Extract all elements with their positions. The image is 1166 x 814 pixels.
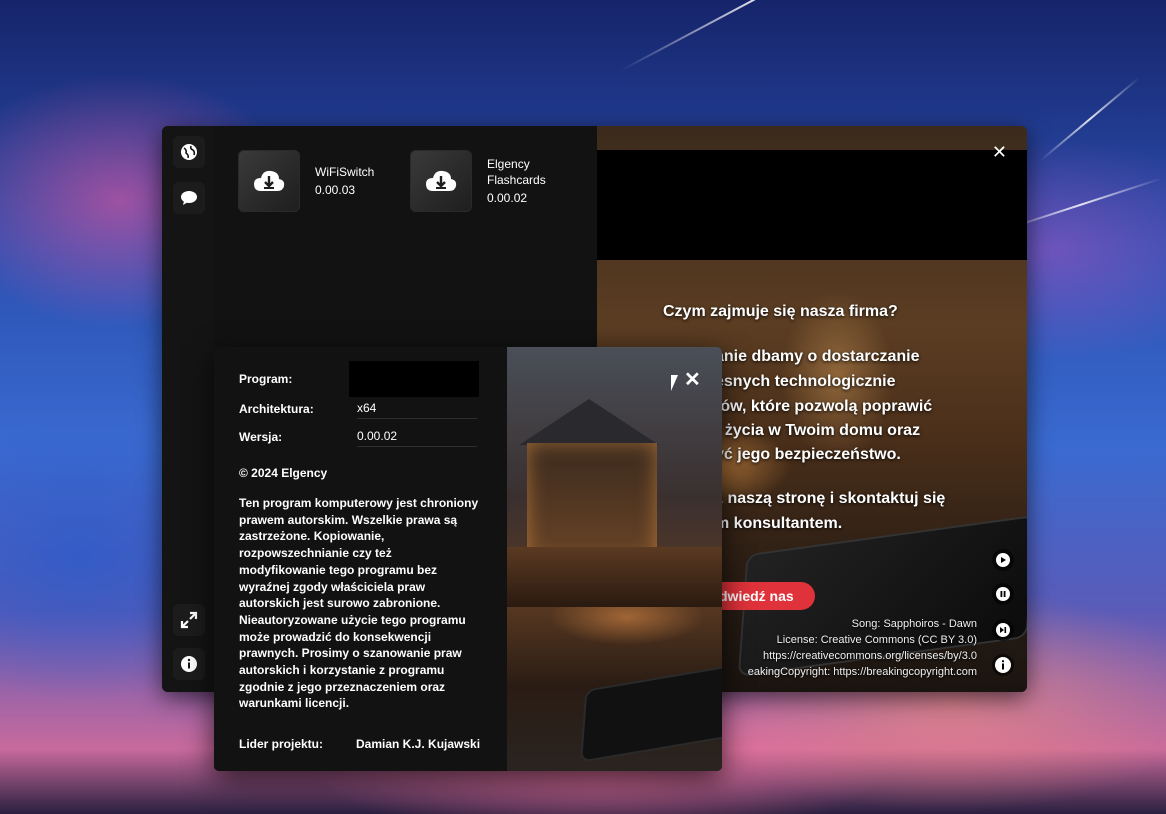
about-illustration <box>507 347 722 771</box>
skip-icon <box>996 623 1010 637</box>
wallpaper-streak <box>619 0 886 72</box>
app-name: WiFiSwitch <box>315 165 375 179</box>
player-info-button[interactable] <box>992 654 1014 676</box>
news-body-line: esnych technologicznie <box>715 373 896 390</box>
version-row: Wersja: 0.00.02 <box>239 427 479 447</box>
news-contact-line: ź naszą stronę i skontaktuj się <box>715 490 946 507</box>
news-video-area <box>597 150 1027 260</box>
tablet-image <box>582 663 722 761</box>
program-value <box>348 361 479 397</box>
house-roof <box>519 399 659 445</box>
credit-license: License: Creative Commons (CC BY 3.0) <box>776 634 977 646</box>
app-name-line1: Elgency <box>487 157 530 171</box>
info-icon <box>995 657 1011 673</box>
version-value: 0.00.02 <box>357 427 477 447</box>
credit-license-url: https://creativecommons.org/licenses/by/… <box>763 650 977 662</box>
chat-button[interactable] <box>173 182 205 214</box>
project-leader-name: Damian K.J. Kujawski <box>356 737 481 751</box>
skip-button[interactable] <box>992 619 1014 641</box>
credit-breaking-copyright: eakingCopyright: https://breakingcopyrig… <box>747 666 977 678</box>
app-icon[interactable] <box>238 150 300 212</box>
news-heading: Czym zajmuje się nasza firma? <box>663 303 898 320</box>
license-text: Ten program komputerowy jest chroniony p… <box>239 496 479 711</box>
project-leader-label: Lider projektu: <box>239 737 324 751</box>
app-name-line2: Flashcards <box>487 173 546 187</box>
expand-icon <box>180 611 198 629</box>
program-row: Program: <box>239 361 479 397</box>
architecture-row: Architektura: x64 <box>239 399 479 419</box>
download-cloud-icon <box>426 170 457 191</box>
news-body-line: yć jego bezpieczeństwo. <box>715 446 901 463</box>
sidebar <box>162 126 214 692</box>
copyright-text: © 2024 Elgency <box>239 466 328 480</box>
music-credits: Song: Sapphoiros - Dawn License: Creativ… <box>748 616 977 680</box>
news-body-line: anie dbamy o dostarczanie <box>715 348 920 365</box>
version-label: Wersja: <box>239 430 283 444</box>
mouse-cursor <box>671 375 678 391</box>
program-label: Program: <box>239 372 293 386</box>
app-version: 0.00.03 <box>315 183 356 197</box>
architecture-label: Architektura: <box>239 402 314 416</box>
credit-song: Song: Sapphoiros - Dawn <box>851 618 977 630</box>
globe-icon <box>181 144 197 160</box>
app-card-elgency-flashcards[interactable]: Elgency Flashcards 0.00.02 <box>410 150 546 212</box>
download-cloud-icon <box>254 170 285 191</box>
expand-button[interactable] <box>173 604 205 636</box>
deck-image <box>507 547 722 607</box>
pause-icon <box>996 587 1010 601</box>
info-button[interactable] <box>173 648 205 680</box>
play-icon <box>996 553 1010 567</box>
architecture-value: x64 <box>357 399 477 419</box>
play-button[interactable] <box>992 549 1014 571</box>
app-icon[interactable] <box>410 150 472 212</box>
chat-icon <box>181 191 197 205</box>
about-info-panel: Program: Architektura: x64 Wersja: 0.00.… <box>214 347 507 771</box>
news-body-line: tów, które pozwolą poprawić <box>715 398 933 415</box>
house-image <box>527 443 657 563</box>
pause-button[interactable] <box>992 583 1014 605</box>
about-close-icon[interactable]: ✕ <box>684 367 701 392</box>
info-icon <box>181 656 197 672</box>
app-card-wifiswitch[interactable]: WiFiSwitch 0.00.03 <box>238 150 374 212</box>
news-contact-line: m konsultantem. <box>715 515 843 532</box>
news-body-line: t życia w Twoim domu oraz <box>715 422 921 439</box>
globe-button[interactable] <box>173 136 205 168</box>
app-version: 0.00.02 <box>487 191 528 205</box>
about-dialog: Program: Architektura: x64 Wersja: 0.00.… <box>214 347 722 771</box>
news-close-icon[interactable]: ✕ <box>992 142 1007 163</box>
wallpaper-streak <box>1039 76 1141 162</box>
